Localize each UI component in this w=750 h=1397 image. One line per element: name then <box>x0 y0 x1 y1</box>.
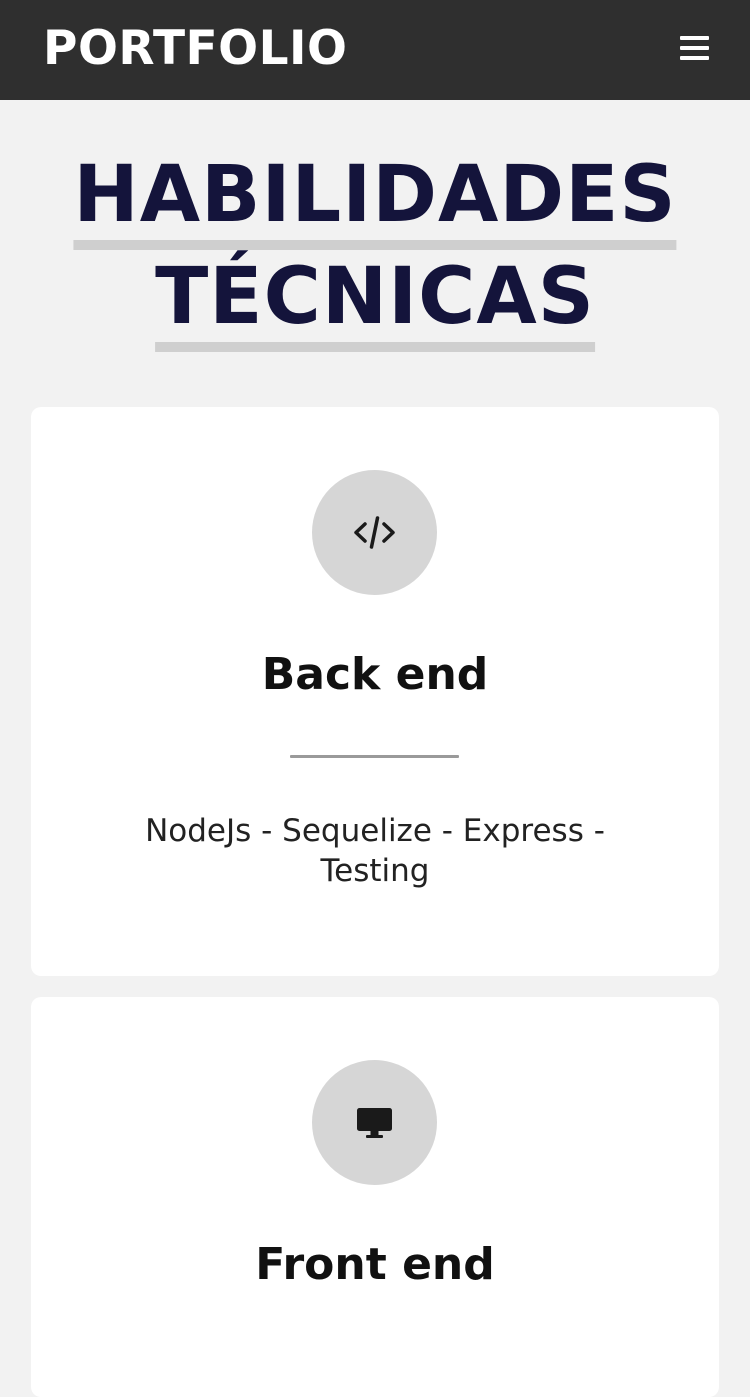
hamburger-menu-icon[interactable] <box>668 30 720 70</box>
card-divider <box>290 755 459 758</box>
menu-bar <box>680 56 709 60</box>
icon-circle <box>312 470 437 595</box>
menu-bar <box>680 36 709 40</box>
code-icon <box>354 516 395 549</box>
icon-circle <box>312 1060 437 1185</box>
desktop-monitor-icon <box>357 1108 392 1138</box>
menu-bar <box>680 46 709 50</box>
card-title: Back end <box>261 649 489 700</box>
navbar: PORTFOLIO <box>0 0 750 100</box>
skill-card-backend: Back end NodeJs - Sequelize - Express - … <box>31 407 719 976</box>
title-line-2: TÉCNICAS <box>155 252 595 352</box>
card-title: Front end <box>255 1239 495 1290</box>
skill-card-frontend: Front end <box>31 997 719 1397</box>
brand-logo[interactable]: PORTFOLIO <box>43 20 348 78</box>
title-line-1: HABILIDADES <box>73 150 677 250</box>
card-description: NodeJs - Sequelize - Express - Testing <box>145 813 605 889</box>
